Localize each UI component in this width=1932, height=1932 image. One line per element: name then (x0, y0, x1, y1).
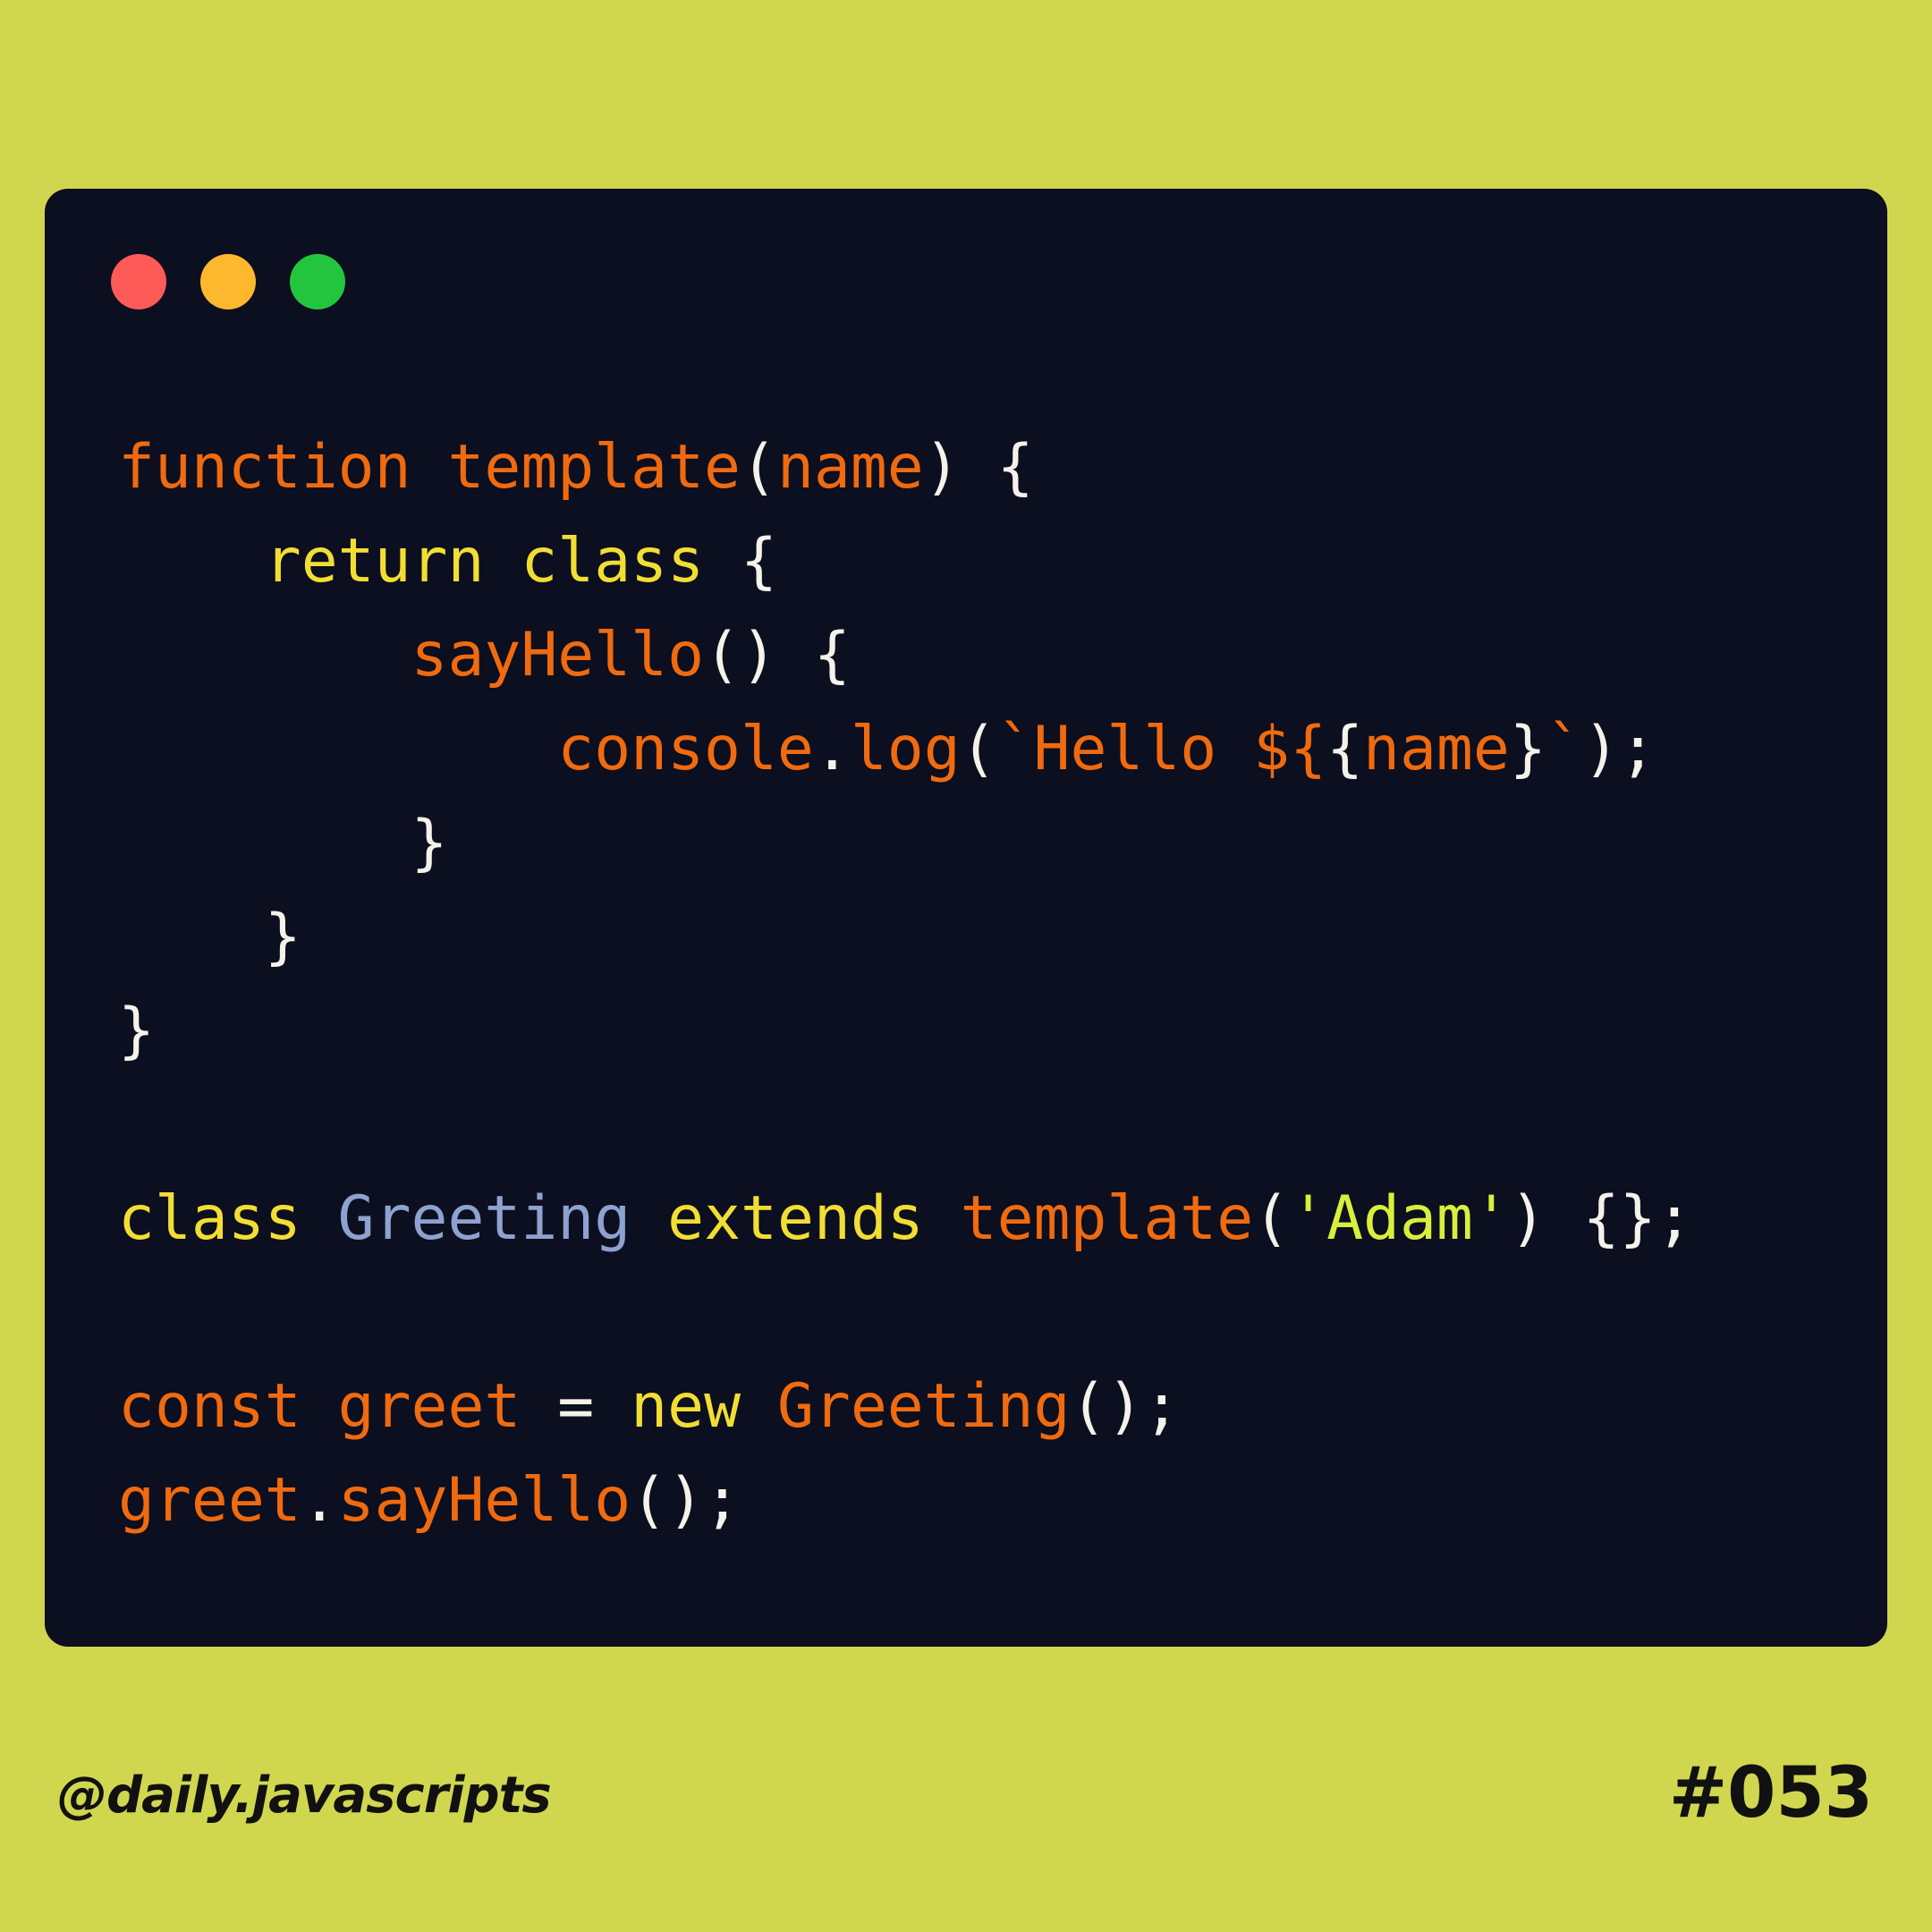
code-line: class Greeting extends template('Adam') … (118, 1172, 1692, 1266)
code-token: template (447, 432, 741, 503)
code-line: } (118, 984, 1692, 1078)
code-token: ( (960, 714, 997, 784)
code-token: sayHello (337, 1465, 631, 1536)
code-token: console (557, 714, 814, 784)
code-token: } (1509, 714, 1546, 784)
code-block: function template(name) { return class {… (118, 420, 1692, 1547)
maximize-icon[interactable] (290, 254, 345, 309)
code-token: (); (631, 1465, 741, 1536)
code-token: () { (704, 620, 851, 691)
code-token: return (264, 526, 485, 597)
code-token: greet (118, 1465, 301, 1536)
code-token: `Hello ${ (996, 714, 1327, 784)
code-token: (); (1070, 1371, 1181, 1442)
code-token: . (301, 1465, 338, 1536)
code-token: } (118, 996, 155, 1066)
code-token: 'Adam' (1290, 1183, 1510, 1254)
code-token: } (118, 902, 301, 972)
code-token: name (1363, 714, 1510, 784)
code-line: } (118, 890, 1692, 984)
code-token: new (631, 1371, 741, 1442)
code-line: return class { (118, 514, 1692, 608)
code-token: class (118, 1183, 301, 1254)
author-handle: @daily.javascripts (57, 1767, 552, 1825)
code-token: greet (337, 1371, 521, 1442)
code-token: ( (740, 432, 777, 503)
code-token: . (813, 714, 851, 784)
code-token: extends (667, 1183, 924, 1254)
code-token: ); (1582, 714, 1657, 784)
code-token: Greeting (337, 1183, 631, 1254)
code-token: { (1326, 714, 1364, 784)
code-line: greet.sayHello(); (118, 1453, 1692, 1547)
code-token: = (521, 1371, 631, 1442)
code-token: log (850, 714, 961, 784)
post-number: #053 (1668, 1753, 1873, 1834)
code-token: ` (1546, 714, 1583, 784)
code-line: const greet = new Greeting(); (118, 1360, 1692, 1453)
code-token: ) {}; (1509, 1183, 1693, 1254)
code-token: } (118, 808, 448, 878)
code-token: Greeting (776, 1371, 1071, 1442)
close-icon[interactable] (111, 254, 166, 309)
code-token: name (776, 432, 924, 503)
code-token: ( (1253, 1183, 1291, 1254)
code-token: sayHello (411, 620, 705, 691)
code-token: { (704, 526, 777, 597)
code-line: function template(name) { (118, 420, 1692, 514)
code-token: class (521, 526, 705, 597)
code-token: function (118, 432, 411, 503)
minimize-icon[interactable] (200, 254, 256, 309)
code-line: } (118, 796, 1692, 890)
code-line: sayHello() { (118, 608, 1692, 702)
code-token: ) { (923, 432, 1034, 503)
code-token: const (118, 1371, 301, 1442)
code-token: template (960, 1183, 1254, 1254)
code-line: console.log(`Hello ${{name}`); (118, 702, 1692, 796)
